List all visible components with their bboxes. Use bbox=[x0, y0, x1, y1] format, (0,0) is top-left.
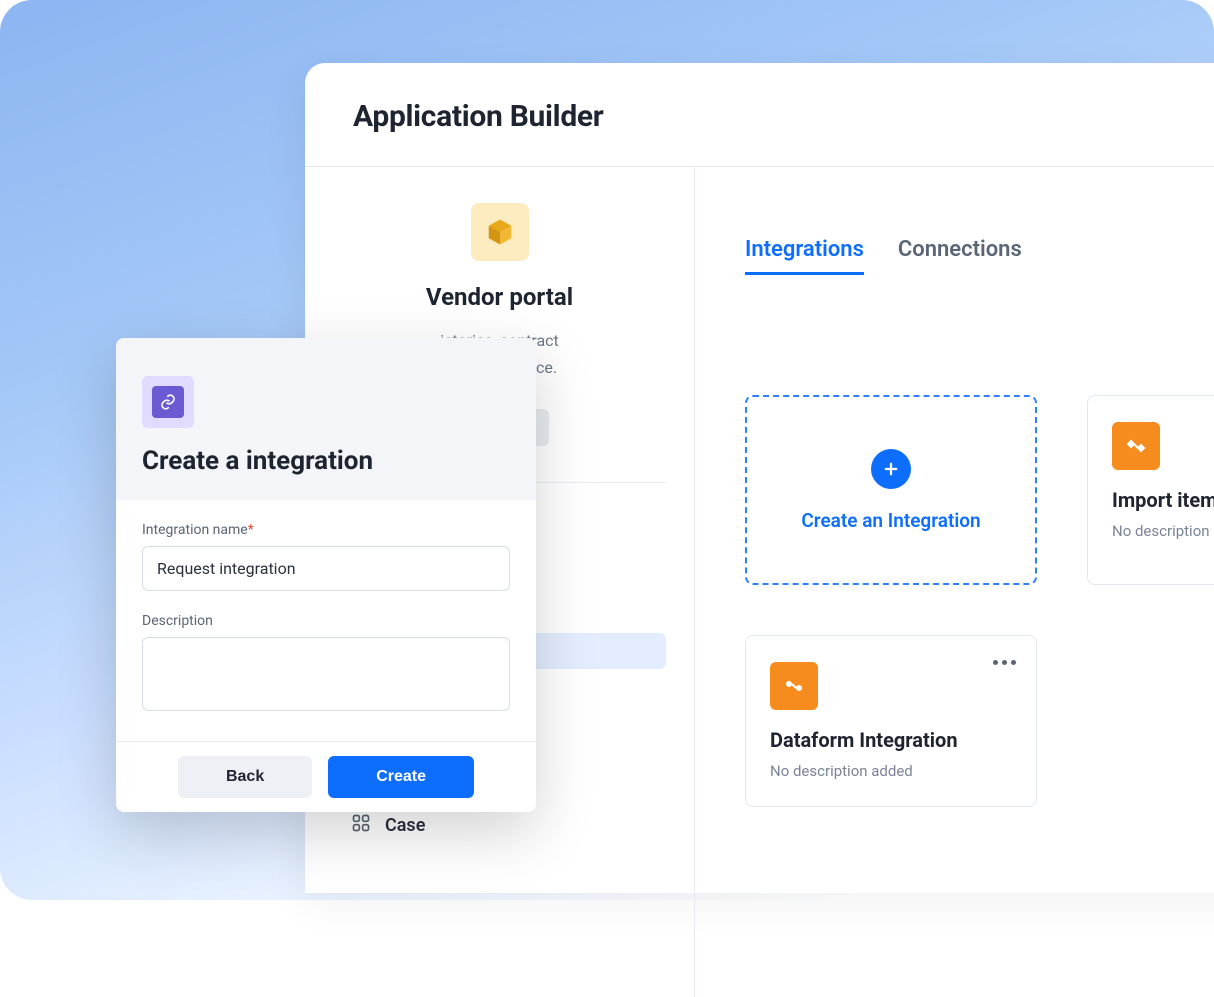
tabs: Integrations Connections bbox=[745, 237, 1214, 275]
link-icon bbox=[152, 386, 184, 418]
modal-title: Create a integration bbox=[142, 446, 510, 476]
package-icon bbox=[471, 203, 529, 261]
modal-icon-wrapper bbox=[142, 376, 194, 428]
back-button[interactable]: Back bbox=[178, 756, 312, 798]
import-card-desc: No description a bbox=[1112, 522, 1214, 540]
page-title: Application Builder bbox=[353, 99, 1214, 134]
modal-header: Create a integration bbox=[116, 338, 536, 500]
plug-icon bbox=[1112, 422, 1160, 470]
grid-icon bbox=[351, 813, 371, 838]
integration-card-import[interactable]: Import item No description a bbox=[1087, 395, 1214, 585]
import-card-title: Import item bbox=[1112, 488, 1214, 512]
plus-icon bbox=[871, 449, 911, 489]
create-integration-modal: Create a integration Integration name* D… bbox=[116, 338, 536, 812]
create-integration-label: Create an Integration bbox=[801, 509, 980, 532]
description-label: Description bbox=[142, 613, 510, 629]
modal-footer: Back Create bbox=[116, 741, 536, 812]
integration-card-dataform[interactable]: Dataform Integration No description adde… bbox=[745, 635, 1037, 807]
create-integration-card[interactable]: Create an Integration bbox=[745, 395, 1037, 585]
portal-title: Vendor portal bbox=[353, 283, 646, 311]
more-icon[interactable] bbox=[993, 660, 1016, 665]
dataform-card-title: Dataform Integration bbox=[770, 728, 1012, 752]
case-label: Case bbox=[385, 815, 425, 836]
integration-name-input[interactable] bbox=[142, 546, 510, 591]
right-column: Integrations Connections Create an Integ… bbox=[695, 167, 1214, 997]
main-header: Application Builder bbox=[305, 63, 1214, 167]
description-input[interactable] bbox=[142, 637, 510, 711]
tab-integrations[interactable]: Integrations bbox=[745, 237, 864, 275]
create-button[interactable]: Create bbox=[328, 756, 474, 798]
tab-connections[interactable]: Connections bbox=[898, 237, 1022, 275]
modal-body: Integration name* Description bbox=[116, 500, 536, 741]
dataform-card-desc: No description added bbox=[770, 762, 1012, 780]
integration-name-label: Integration name* bbox=[142, 522, 510, 538]
plug-icon bbox=[770, 662, 818, 710]
